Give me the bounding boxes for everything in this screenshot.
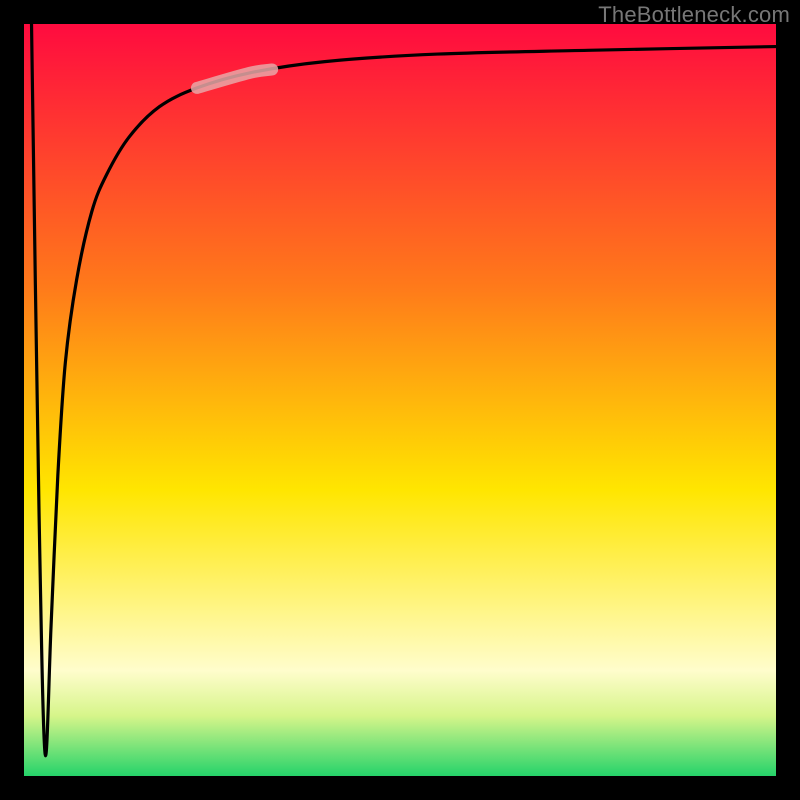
chart-frame: TheBottleneck.com — [0, 0, 800, 800]
bottleneck-chart — [0, 0, 800, 800]
plot-area-gradient — [24, 24, 776, 776]
